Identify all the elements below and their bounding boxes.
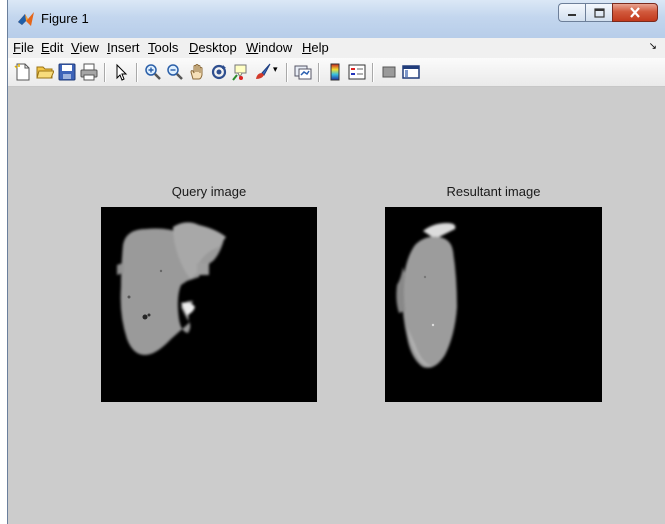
- query-image-axes[interactable]: [101, 207, 317, 402]
- menu-bar: File Edit View Insert Tools Desktop Wind…: [8, 38, 665, 59]
- figure-window: Figure 1 File Edit View Insert Tools Des…: [7, 0, 665, 524]
- query-image-title: Query image: [171, 184, 247, 199]
- close-button[interactable]: [612, 3, 658, 22]
- window-title: Figure 1: [41, 11, 89, 26]
- select-arrow-icon[interactable]: [112, 63, 130, 81]
- legend-icon[interactable]: [348, 63, 366, 81]
- close-icon: [630, 7, 640, 18]
- resultant-liver-image: [396, 223, 457, 368]
- brush-dropdown-icon[interactable]: ▾: [273, 65, 281, 83]
- title-bar[interactable]: Figure 1: [8, 0, 665, 38]
- menu-window[interactable]: Window: [246, 40, 292, 55]
- maximize-button[interactable]: [585, 3, 612, 22]
- figure-toolbar: ▾: [8, 58, 665, 87]
- data-cursor-icon[interactable]: [232, 63, 250, 81]
- rotate-3d-icon[interactable]: [210, 63, 228, 81]
- menu-overflow-arrow-icon[interactable]: ↘: [649, 41, 657, 52]
- colorbar-icon[interactable]: [326, 63, 344, 81]
- zoom-out-icon[interactable]: [166, 63, 184, 81]
- resultant-image-axes[interactable]: [385, 207, 602, 402]
- menu-help[interactable]: Help: [302, 40, 329, 55]
- resultant-image-title: Resultant image: [446, 184, 541, 199]
- show-plot-tools-icon[interactable]: [402, 63, 420, 81]
- minimize-icon: [568, 13, 576, 16]
- hide-plot-tools-icon[interactable]: [380, 63, 398, 81]
- menu-view[interactable]: View: [71, 40, 99, 55]
- save-icon[interactable]: [58, 63, 76, 81]
- menu-insert[interactable]: Insert: [107, 40, 140, 55]
- menu-tools[interactable]: Tools: [148, 40, 178, 55]
- print-icon[interactable]: [80, 63, 98, 81]
- menu-edit[interactable]: Edit: [41, 40, 63, 55]
- link-plot-icon[interactable]: [294, 63, 312, 81]
- maximize-icon: [593, 7, 605, 18]
- minimize-button[interactable]: [558, 3, 585, 22]
- figure-canvas[interactable]: Query image Resultant image: [8, 87, 665, 524]
- pan-hand-icon[interactable]: [188, 63, 206, 81]
- open-file-icon[interactable]: [36, 63, 54, 81]
- menu-desktop[interactable]: Desktop: [189, 40, 237, 55]
- brush-icon[interactable]: [254, 63, 272, 81]
- new-figure-icon[interactable]: [14, 63, 32, 81]
- query-liver-image: [117, 222, 226, 355]
- menu-file[interactable]: File: [13, 40, 34, 55]
- zoom-in-icon[interactable]: [144, 63, 162, 81]
- matlab-logo-icon: [18, 12, 34, 26]
